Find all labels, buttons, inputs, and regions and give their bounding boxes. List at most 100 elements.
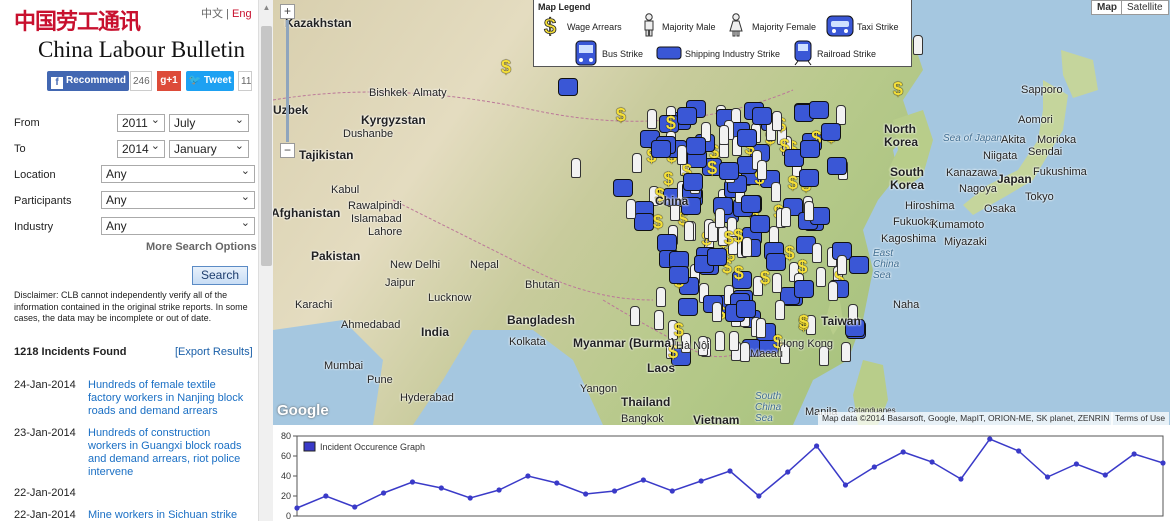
strike-marker-icon[interactable] <box>707 247 728 266</box>
worker-marker-icon[interactable] <box>771 110 782 131</box>
worker-marker-icon[interactable] <box>827 281 838 302</box>
data-point <box>900 449 906 455</box>
zoom-slider[interactable] <box>286 20 289 142</box>
strike-marker-icon[interactable] <box>655 286 666 307</box>
lang-chinese-link[interactable]: 中文 <box>201 8 223 20</box>
strike-marker-icon[interactable] <box>629 306 640 327</box>
incident-link[interactable]: Mine workers in Sichuan strike <box>88 509 248 521</box>
strike-marker-icon[interactable] <box>840 342 851 363</box>
wage-arrears-marker-icon[interactable]: $ <box>785 244 799 262</box>
strike-marker-icon[interactable] <box>668 265 689 284</box>
strike-marker-icon[interactable] <box>770 181 781 202</box>
strike-marker-icon[interactable] <box>712 302 723 323</box>
more-search-options-link[interactable]: More Search Options <box>146 241 257 253</box>
worker-marker-icon[interactable] <box>812 243 823 264</box>
strike-marker-icon[interactable] <box>728 330 739 351</box>
wage-arrears-marker-icon[interactable]: $ <box>734 264 748 282</box>
wage-arrears-marker-icon[interactable]: $ <box>799 313 813 331</box>
strike-marker-icon[interactable] <box>741 194 762 213</box>
from-month-select[interactable]: July <box>169 112 249 132</box>
wage-arrears-marker-icon[interactable]: $ <box>663 170 677 188</box>
sidebar-scrollbar[interactable]: ▲ <box>258 0 273 521</box>
strike-marker-icon[interactable] <box>646 109 657 130</box>
to-month-select[interactable]: January <box>169 138 249 158</box>
map-type-satellite-button[interactable]: Satellite <box>1121 0 1169 15</box>
worker-marker-icon[interactable] <box>736 128 757 147</box>
lang-english-link[interactable]: Eng <box>232 8 252 20</box>
strike-marker-icon[interactable] <box>715 330 726 351</box>
participants-select[interactable]: Any <box>101 189 255 209</box>
worker-marker-icon[interactable] <box>676 144 687 165</box>
strike-marker-icon[interactable] <box>808 101 829 120</box>
strike-marker-icon[interactable] <box>803 200 814 221</box>
zoom-in-button[interactable]: + <box>280 4 295 19</box>
worker-marker-icon[interactable] <box>678 298 699 317</box>
zoom-out-button[interactable]: − <box>280 143 295 158</box>
worker-marker-icon[interactable] <box>756 159 767 180</box>
export-results-link[interactable]: [Export Results] <box>175 346 253 358</box>
strike-marker-icon[interactable] <box>781 207 792 228</box>
google-logo[interactable]: Google <box>277 402 329 419</box>
map-label: Mumbai <box>324 360 364 372</box>
strike-marker-icon[interactable] <box>741 237 752 258</box>
strike-marker-icon[interactable] <box>686 137 707 156</box>
worker-marker-icon[interactable] <box>826 157 847 176</box>
from-year-select[interactable]: 2011 <box>117 112 165 132</box>
strike-marker-icon[interactable] <box>799 168 820 187</box>
strike-marker-icon[interactable] <box>794 280 815 299</box>
worker-marker-icon[interactable] <box>735 300 756 319</box>
strike-marker-icon[interactable] <box>718 125 729 146</box>
terms-of-use-link[interactable]: Terms of Use <box>1111 412 1170 425</box>
strike-marker-icon[interactable] <box>626 199 637 220</box>
strike-marker-icon[interactable] <box>774 300 785 321</box>
worker-marker-icon[interactable] <box>799 140 820 159</box>
wage-arrears-marker-icon[interactable]: $ <box>666 114 680 132</box>
strike-marker-icon[interactable] <box>676 107 697 126</box>
worker-marker-icon[interactable] <box>750 214 771 233</box>
scrollbar-thumb[interactable] <box>261 26 272 266</box>
data-point <box>438 485 444 491</box>
gplus-button[interactable]: g+1 <box>157 71 181 91</box>
worker-marker-icon[interactable] <box>715 207 726 228</box>
worker-marker-icon[interactable] <box>755 318 766 339</box>
strike-marker-icon[interactable] <box>816 267 827 288</box>
incident-link[interactable]: Hundreds of construction workers in Guan… <box>88 427 248 479</box>
map-canvas[interactable]: $$$$$$$$$$$$$$$$$$$$$$$$$$$$$$$$$$$$$$$$… <box>273 0 1170 425</box>
wage-arrears-marker-icon[interactable]: $ <box>653 213 667 231</box>
map-label: Morioka <box>1037 134 1077 146</box>
scroll-up-arrow-icon[interactable]: ▲ <box>261 2 272 13</box>
logo-chinese[interactable]: 中国劳工通讯 <box>14 4 141 36</box>
strike-marker-icon[interactable] <box>772 273 783 294</box>
wage-arrears-marker-icon[interactable]: $ <box>674 321 688 339</box>
worker-marker-icon[interactable] <box>613 178 634 197</box>
incident-link[interactable]: Hundreds of female textile factory worke… <box>88 379 248 418</box>
worker-marker-icon[interactable] <box>835 104 846 125</box>
to-year-select[interactable]: 2014 <box>117 138 165 158</box>
strike-marker-icon[interactable] <box>651 140 671 158</box>
strike-marker-icon[interactable] <box>632 153 643 174</box>
worker-marker-icon[interactable] <box>740 341 751 362</box>
logo-english[interactable]: China Labour Bulletin <box>38 37 245 63</box>
strike-marker-icon[interactable] <box>684 220 695 241</box>
map-type-map-button[interactable]: Map <box>1091 0 1123 15</box>
strike-marker-icon[interactable] <box>913 35 923 55</box>
strike-marker-icon[interactable] <box>751 107 772 126</box>
wage-arrears-marker-icon[interactable]: $ <box>724 229 738 247</box>
wage-arrears-marker-icon[interactable]: $ <box>501 58 515 76</box>
search-button[interactable]: Search <box>192 266 248 285</box>
strike-marker-icon[interactable] <box>558 78 578 96</box>
wage-arrears-marker-icon[interactable]: $ <box>893 80 907 98</box>
industry-select[interactable]: Any <box>101 215 255 235</box>
facebook-recommend-button[interactable]: f Recommend <box>47 71 129 91</box>
strike-marker-icon[interactable] <box>683 173 704 192</box>
wage-arrears-marker-icon[interactable]: $ <box>616 106 630 124</box>
strike-marker-icon[interactable] <box>653 310 664 331</box>
worker-marker-icon[interactable] <box>719 161 740 180</box>
tweet-button[interactable]: 🐦 Tweet <box>186 71 234 91</box>
worker-marker-icon[interactable] <box>571 158 581 178</box>
strike-marker-icon[interactable] <box>848 255 869 274</box>
legend-title: Map Legend <box>538 2 591 12</box>
strike-marker-icon[interactable] <box>837 254 848 275</box>
strike-marker-icon[interactable] <box>633 213 654 232</box>
location-select[interactable]: Any <box>101 163 255 183</box>
